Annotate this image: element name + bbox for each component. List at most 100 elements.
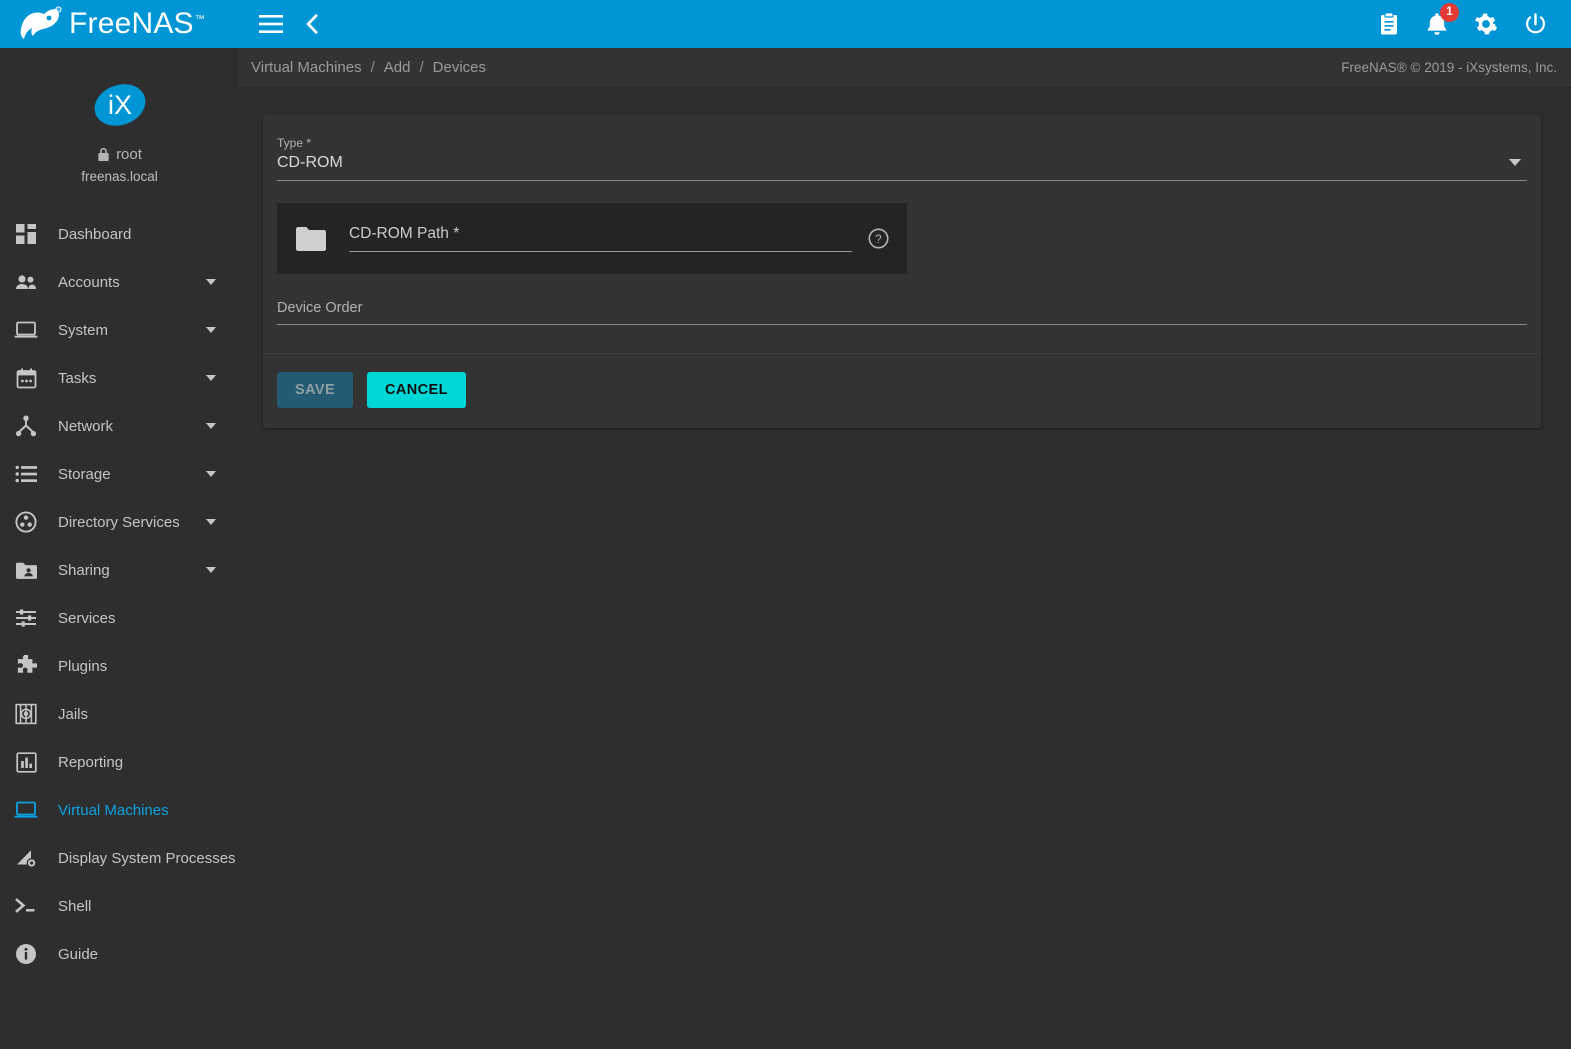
breadcrumb-item-add[interactable]: Add bbox=[384, 59, 411, 76]
chevron-down-icon[interactable] bbox=[206, 375, 216, 381]
puzzle-piece-icon bbox=[12, 653, 40, 679]
info-circle-icon bbox=[12, 941, 40, 967]
shared-folder-icon bbox=[12, 557, 40, 583]
sidebar-item-storage[interactable]: Storage bbox=[0, 450, 239, 498]
chevron-down-icon[interactable] bbox=[1509, 158, 1521, 166]
sidebar-item-label: Dashboard bbox=[58, 225, 132, 243]
svg-text:?: ? bbox=[875, 234, 881, 246]
sidebar-item-virtual-machines[interactable]: Virtual Machines bbox=[0, 786, 239, 834]
device-form-card: Type * CD-ROM CD-ROM Path * ? Device Ord… bbox=[263, 114, 1541, 428]
copyright-text: FreeNAS® © 2019 - iXsystems, Inc. bbox=[1341, 60, 1557, 75]
notifications-icon[interactable]: 1 bbox=[1426, 3, 1459, 36]
breadcrumb-item-virtual-machines[interactable]: Virtual Machines bbox=[251, 59, 362, 76]
username: root bbox=[116, 146, 142, 163]
sidebar: R FreeNAS™ iX root freenas.local Dashboa… bbox=[0, 0, 239, 1049]
power-icon[interactable] bbox=[1524, 12, 1547, 36]
sidebar-item-plugins[interactable]: Plugins bbox=[0, 642, 239, 690]
topbar-actions: 1 bbox=[1378, 3, 1557, 36]
laptop-icon bbox=[12, 317, 40, 343]
sidebar-item-reporting[interactable]: Reporting bbox=[0, 738, 239, 786]
save-button[interactable]: SAVE bbox=[277, 372, 354, 408]
storage-list-icon bbox=[12, 461, 40, 487]
breadcrumb-separator: / bbox=[419, 59, 424, 76]
chevron-down-icon[interactable] bbox=[206, 519, 216, 525]
sidebar-item-label: Plugins bbox=[58, 657, 108, 675]
breadcrumb-separator: / bbox=[370, 59, 375, 76]
sidebar-item-label: System bbox=[58, 321, 109, 339]
terminal-prompt-icon bbox=[12, 893, 40, 919]
sidebar-item-accounts[interactable]: Accounts bbox=[0, 258, 239, 306]
device-order-label: Device Order bbox=[277, 300, 363, 316]
sidebar-item-sharing[interactable]: Sharing bbox=[0, 546, 239, 594]
hamburger-menu-icon[interactable] bbox=[259, 15, 283, 33]
processes-gear-icon bbox=[12, 845, 40, 871]
sidebar-item-label: Tasks bbox=[58, 369, 97, 387]
sidebar-item-label: Accounts bbox=[58, 273, 120, 291]
sidebar-item-label: Jails bbox=[58, 705, 89, 723]
brand-name: FreeNAS™ bbox=[69, 7, 205, 40]
sidebar-item-dashboard[interactable]: Dashboard bbox=[0, 210, 239, 258]
chevron-down-icon[interactable] bbox=[206, 423, 216, 429]
avatar[interactable]: iX bbox=[91, 76, 149, 134]
chevron-down-icon[interactable] bbox=[206, 471, 216, 477]
sidebar-item-label: Storage bbox=[58, 465, 111, 483]
user-block: iX root freenas.local bbox=[0, 48, 239, 184]
type-selected-value: CD-ROM bbox=[277, 154, 343, 171]
sidebar-item-label: Directory Services bbox=[58, 513, 180, 531]
chevron-down-icon[interactable] bbox=[206, 327, 216, 333]
device-order-input[interactable] bbox=[277, 324, 1527, 325]
brand-logo-bar[interactable]: R FreeNAS™ bbox=[0, 0, 239, 48]
cdrom-path-input-wrap: CD-ROM Path * bbox=[349, 225, 852, 252]
sidebar-item-shell[interactable]: Shell bbox=[0, 882, 239, 930]
people-icon bbox=[12, 269, 40, 295]
sliders-icon bbox=[12, 605, 40, 631]
type-field[interactable]: Type * CD-ROM bbox=[277, 128, 1527, 181]
topbar: 1 bbox=[239, 0, 1571, 48]
type-field-label: Type * bbox=[277, 136, 312, 150]
svg-text:iX: iX bbox=[107, 90, 131, 120]
freenas-fish-logo-icon: R bbox=[20, 6, 62, 39]
sidebar-item-guide[interactable]: Guide bbox=[0, 930, 239, 978]
chevron-down-icon[interactable] bbox=[206, 567, 216, 573]
sidebar-item-jails[interactable]: Jails bbox=[0, 690, 239, 738]
bar-chart-icon bbox=[12, 749, 40, 775]
device-order-field[interactable]: Device Order bbox=[277, 274, 1527, 325]
brand-trademark: ™ bbox=[194, 14, 205, 25]
network-tree-icon bbox=[12, 413, 40, 439]
hostname: freenas.local bbox=[81, 169, 158, 184]
sidebar-item-label: Reporting bbox=[58, 753, 124, 771]
main-area: 1 Virtual Machines / Add / Devices FreeN… bbox=[239, 0, 1571, 1049]
chevron-left-icon[interactable] bbox=[305, 14, 319, 34]
cdrom-path-input[interactable]: CD-ROM Path * bbox=[349, 225, 852, 252]
cdrom-path-panel: CD-ROM Path * ? bbox=[277, 203, 907, 274]
breadcrumb-item-devices: Devices bbox=[432, 59, 487, 76]
sidebar-item-label: Guide bbox=[58, 945, 99, 963]
monitor-icon bbox=[12, 797, 40, 823]
form-body: Type * CD-ROM CD-ROM Path * ? Device Ord… bbox=[263, 114, 1541, 325]
chevron-down-icon[interactable] bbox=[206, 279, 216, 285]
dashboard-icon bbox=[12, 221, 40, 247]
sidebar-item-label: Services bbox=[58, 609, 116, 627]
cancel-button[interactable]: CANCEL bbox=[367, 372, 466, 408]
sidebar-item-display-system-processes[interactable]: Display System Processes bbox=[0, 834, 239, 882]
sidebar-item-system[interactable]: System bbox=[0, 306, 239, 354]
jail-bars-icon bbox=[12, 701, 40, 727]
sidebar-item-tasks[interactable]: Tasks bbox=[0, 354, 239, 402]
sidebar-item-label: Virtual Machines bbox=[58, 801, 169, 819]
breadcrumb-bar: Virtual Machines / Add / Devices FreeNAS… bbox=[239, 48, 1571, 88]
sidebar-item-network[interactable]: Network bbox=[0, 402, 239, 450]
content-area: Type * CD-ROM CD-ROM Path * ? Device Ord… bbox=[239, 88, 1571, 1049]
sidebar-item-services[interactable]: Services bbox=[0, 594, 239, 642]
gear-icon[interactable] bbox=[1474, 12, 1498, 36]
help-circle-icon[interactable]: ? bbox=[868, 228, 889, 249]
clipboard-icon[interactable] bbox=[1378, 12, 1400, 36]
sidebar-item-label: Shell bbox=[58, 897, 92, 915]
lock-icon bbox=[98, 147, 109, 161]
sidebar-nav: Dashboard Accounts System Tasks Network … bbox=[0, 210, 239, 978]
sidebar-item-directory-services[interactable]: Directory Services bbox=[0, 498, 239, 546]
folder-icon[interactable] bbox=[295, 226, 327, 252]
username-row: root bbox=[0, 146, 239, 163]
type-select[interactable]: CD-ROM bbox=[277, 154, 1527, 181]
sidebar-item-label: Network bbox=[58, 417, 114, 435]
form-actions: SAVE CANCEL bbox=[263, 354, 1541, 428]
